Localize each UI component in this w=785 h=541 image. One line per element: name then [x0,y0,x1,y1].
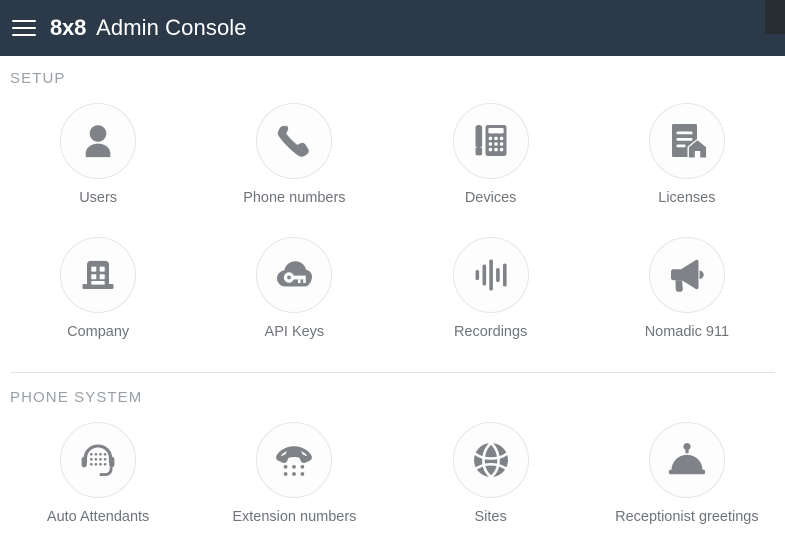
service-bell-icon [665,438,709,482]
tile-icon-circle [256,103,333,179]
tile-recordings[interactable]: Recordings [393,237,589,341]
tile-users[interactable]: Users [0,103,196,207]
tile-label: Recordings [453,324,528,341]
tile-label: Nomadic 911 [644,324,730,341]
phone-handset-icon [272,119,316,163]
audio-waveform-icon [469,253,513,297]
hamburger-bar [12,34,36,36]
tile-extension-numbers[interactable]: Extension numbers [196,421,392,526]
tile-company[interactable]: Company [0,237,196,341]
tile-grid-setup-row2: Company API Keys Recordings Nomadic 911 [0,237,785,341]
tile-sites[interactable]: Sites [393,421,589,526]
tile-label: Company [67,324,130,341]
section-setup: SETUP Users Phone numbers Devices Licens… [0,56,785,342]
tile-label: Sites [474,508,507,525]
headset-keypad-icon [76,438,120,482]
desk-phone-icon [469,119,513,163]
section-phone-system: PHONE SYSTEM Auto Attendants Extension n… [0,371,785,526]
tile-icon-circle [256,421,333,498]
tile-icon-circle [648,103,725,179]
cloud-key-icon [272,253,316,297]
tile-label: Phone numbers [243,190,346,206]
office-building-icon [76,253,120,297]
tile-icon-circle [648,237,725,314]
tile-label: Licenses [658,190,716,206]
tile-label: Devices [464,190,517,206]
tile-devices[interactable]: Devices [393,103,589,207]
section-divider [10,371,775,373]
section-title-setup: SETUP [10,70,66,87]
header-right-panel [765,0,785,34]
tile-icon-circle [60,103,137,179]
main-content: SETUP Users Phone numbers Devices Licens… [0,56,785,527]
tile-icon-circle [60,237,137,314]
tile-icon-circle [452,237,529,314]
brand-logo[interactable]: 8x8 [50,17,86,39]
tile-nomadic-911[interactable]: Nomadic 911 [589,237,785,341]
tile-label: Users [79,190,118,206]
handset-dots-icon [272,438,316,482]
user-person-icon [76,119,120,163]
tile-icon-circle [256,237,333,314]
tile-icon-circle [648,421,725,498]
document-house-icon [665,119,709,163]
tile-api-keys[interactable]: API Keys [196,237,392,341]
tile-icon-circle [60,421,137,498]
hamburger-bar [12,27,36,29]
tile-icon-circle [452,103,529,179]
hamburger-menu-icon[interactable] [12,15,38,41]
tile-label: Receptionist greetings [615,508,759,525]
tile-grid-setup: Users Phone numbers Devices Licenses [0,103,785,207]
hamburger-bar [12,20,36,22]
globe-icon [469,438,513,482]
tile-auto-attendants[interactable]: Auto Attendants [0,421,196,526]
tile-icon-circle [452,421,529,498]
tile-label: Extension numbers [232,508,357,525]
tile-label: API Keys [264,324,325,341]
section-title-phone-system: PHONE SYSTEM [10,388,143,406]
page-title: Admin Console [96,15,247,40]
tile-receptionist-greetings[interactable]: Receptionist greetings [589,421,785,526]
tile-licenses[interactable]: Licenses [589,103,785,207]
tile-phone-numbers[interactable]: Phone numbers [196,103,392,207]
tile-label: Auto Attendants [46,508,150,525]
app-header: 8x8 Admin Console [0,0,785,56]
megaphone-icon [665,253,709,297]
tile-grid-phone-system: Auto Attendants Extension numbers Sites … [0,421,785,526]
